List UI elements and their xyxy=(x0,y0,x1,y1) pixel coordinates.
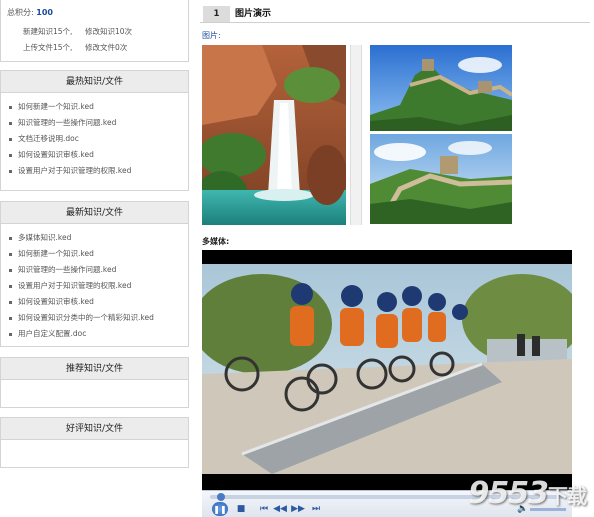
praise-panel-title: 好评知识/文件 xyxy=(1,418,188,440)
score-summary: 总积分: 100 新建知识15个, 修改知识10次 上传文件15个, 修改文件0… xyxy=(0,0,189,62)
score-label: 总积分: xyxy=(7,8,34,17)
recommend-knowledge-panel: 推荐知识/文件 xyxy=(0,357,189,408)
hot-list: 如何新建一个知识.ked 知识管理的一些操作问题.ked 文档迁移说明.doc … xyxy=(1,93,188,179)
hot-item[interactable]: 文档迁移说明.doc xyxy=(9,131,188,147)
video-frame xyxy=(202,264,572,474)
fast-forward-icon: ▶▶ xyxy=(291,504,305,514)
skip-back-icon: ⏮ xyxy=(259,504,269,514)
newest-item[interactable]: 用户自定义配置.doc xyxy=(9,326,188,342)
watermark-suffix: 下载 xyxy=(548,484,587,508)
upload-file-count: 上传文件15个, xyxy=(23,43,73,52)
stop-icon: ■ xyxy=(236,504,246,514)
hot-item[interactable]: 知识管理的一些操作问题.ked xyxy=(9,115,188,131)
great-wall-picture-1[interactable] xyxy=(370,45,512,131)
newest-list: 多媒体知识.ked 如何新建一个知识.ked 知识管理的一些操作问题.ked 设… xyxy=(1,224,188,342)
hot-item[interactable]: 设置用户对于知识管理的权限.ked xyxy=(9,163,188,179)
skip-forward-icon: ⏭ xyxy=(311,504,321,514)
great-wall-picture-2[interactable] xyxy=(370,134,512,224)
newest-panel-title: 最新知识/文件 xyxy=(1,202,188,224)
rewind-button[interactable]: ◀◀ xyxy=(273,503,287,515)
hot-item[interactable]: 如何设置知识审核.ked xyxy=(9,147,188,163)
praise-knowledge-panel: 好评知识/文件 xyxy=(0,417,189,468)
left-sidebar: 总积分: 100 新建知识15个, 修改知识10次 上传文件15个, 修改文件0… xyxy=(0,0,189,517)
newest-item[interactable]: 如何设置知识审核.ked xyxy=(9,294,188,310)
section-title-bar: 1 图片演示 xyxy=(200,6,590,23)
score-value: 100 xyxy=(36,8,53,17)
newest-item[interactable]: 多媒体知识.ked xyxy=(9,230,188,246)
section-number: 1 xyxy=(203,6,230,22)
fast-forward-button[interactable]: ▶▶ xyxy=(291,503,305,515)
newest-item[interactable]: 知识管理的一些操作问题.ked xyxy=(9,262,188,278)
great-wall-image-1 xyxy=(370,45,512,131)
pause-button[interactable]: ❚❚ xyxy=(212,502,228,516)
rewind-icon: ◀◀ xyxy=(273,504,287,514)
pause-icon: ❚❚ xyxy=(213,504,227,514)
main-content: 1 图片演示 图片: 多媒体: ❚❚ ■ ⏮ ◀◀ ▶▶ ⏭ 🔈 xyxy=(200,0,594,517)
hot-item[interactable]: 如何新建一个知识.ked xyxy=(9,99,188,115)
hot-knowledge-panel: 最热知识/文件 如何新建一个知识.ked 知识管理的一些操作问题.ked 文档迁… xyxy=(0,70,189,191)
great-wall-image-2 xyxy=(370,134,512,224)
progress-knob[interactable] xyxy=(217,493,226,501)
section-title: 图片演示 xyxy=(235,9,272,19)
site-watermark: 9553下载 xyxy=(468,476,588,511)
newest-item[interactable]: 如何新建一个知识.ked xyxy=(9,246,188,262)
newest-knowledge-panel: 最新知识/文件 多媒体知识.ked 如何新建一个知识.ked 知识管理的一些操作… xyxy=(0,201,189,347)
newest-item[interactable]: 如何设置知识分类中的一个精彩知识.ked xyxy=(9,310,188,326)
next-button[interactable]: ⏭ xyxy=(310,503,322,515)
new-knowledge-count: 新建知识15个, xyxy=(23,27,73,36)
waterfall-picture[interactable] xyxy=(202,45,346,225)
newest-item[interactable]: 设置用户对于知识管理的权限.ked xyxy=(9,278,188,294)
watermark-number: 9553 xyxy=(468,476,549,511)
edit-file-count: 修改文件0次 xyxy=(85,43,128,52)
video-player[interactable] xyxy=(202,250,572,490)
pictures-label: 图片: xyxy=(202,31,221,40)
previous-button[interactable]: ⏮ xyxy=(258,503,270,515)
score-line: 总积分: 100 xyxy=(7,7,53,18)
stop-button[interactable]: ■ xyxy=(236,503,246,515)
waterfall-image xyxy=(202,45,346,225)
edit-knowledge-count: 修改知识10次 xyxy=(85,27,133,36)
recommend-panel-title: 推荐知识/文件 xyxy=(1,358,188,380)
multimedia-label: 多媒体: xyxy=(202,237,230,246)
hot-panel-title: 最热知识/文件 xyxy=(1,71,188,93)
gallery-divider xyxy=(350,45,362,225)
